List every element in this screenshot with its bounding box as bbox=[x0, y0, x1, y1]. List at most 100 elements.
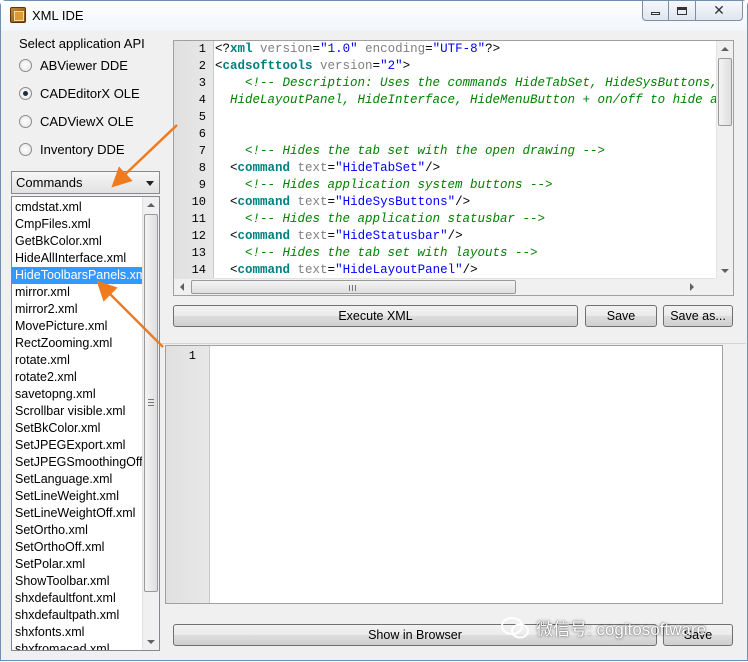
save-button[interactable]: Save bbox=[585, 305, 657, 327]
list-item[interactable]: HideAllInterface.xml bbox=[12, 250, 143, 267]
radio-button[interactable] bbox=[19, 115, 32, 128]
code-line: <!-- Hides application system buttons --… bbox=[215, 177, 717, 194]
list-item[interactable]: SetJPEGSmoothingOff.xml bbox=[12, 454, 143, 471]
radio-button[interactable] bbox=[19, 143, 32, 156]
code-token: text bbox=[290, 263, 328, 277]
code-token: cadsofttools bbox=[222, 59, 313, 73]
code-token: <!-- Description: Uses the commands Hide… bbox=[245, 76, 717, 90]
app-icon bbox=[10, 7, 26, 23]
line-number: 12 bbox=[191, 229, 206, 243]
list-item[interactable]: mirror2.xml bbox=[12, 301, 143, 318]
code-token: = bbox=[327, 263, 336, 277]
output-editor[interactable]: 1 bbox=[165, 345, 723, 604]
radio-inventory-dde[interactable]: Inventory DDE bbox=[19, 142, 125, 157]
code-token: encoding bbox=[357, 42, 426, 56]
line-number: 2 bbox=[198, 59, 206, 73]
minimize-button[interactable] bbox=[642, 1, 669, 21]
list-item-selected[interactable]: HideToolbarsPanels.xml bbox=[12, 267, 143, 284]
pane-splitter[interactable] bbox=[162, 343, 746, 344]
scrollbar-thumb[interactable] bbox=[144, 214, 158, 592]
list-item[interactable]: CmpFiles.xml bbox=[12, 216, 143, 233]
list-item[interactable]: MovePicture.xml bbox=[12, 318, 143, 335]
list-item[interactable]: SetLanguage.xml bbox=[12, 471, 143, 488]
radio-button[interactable] bbox=[19, 59, 32, 72]
code-line: <cadsofttools version="2"> bbox=[215, 58, 717, 75]
list-item[interactable]: SetBkColor.xml bbox=[12, 420, 143, 437]
chevron-down-icon[interactable] bbox=[146, 181, 154, 186]
list-item[interactable]: shxfromacad.xml bbox=[12, 641, 143, 650]
list-item[interactable]: cmdstat.xml bbox=[12, 199, 143, 216]
list-item[interactable]: SetLineWeight.xml bbox=[12, 488, 143, 505]
list-item[interactable]: shxdefaultfont.xml bbox=[12, 590, 143, 607]
list-item[interactable]: SetOrtho.xml bbox=[12, 522, 143, 539]
code-token: < bbox=[215, 59, 223, 73]
list-item[interactable]: savetopng.xml bbox=[12, 386, 143, 403]
radio-cadeditorx-ole[interactable]: CADEditorX OLE bbox=[19, 86, 140, 101]
xml-file-list[interactable]: cmdstat.xml CmpFiles.xml GetBkColor.xml Hid… bbox=[11, 196, 160, 651]
close-icon: ✕ bbox=[713, 2, 725, 18]
execute-xml-button[interactable]: Execute XML bbox=[173, 305, 578, 327]
code-line: <!-- Hides the tab set with layouts --> bbox=[215, 245, 717, 262]
list-item[interactable]: SetPolar.xml bbox=[12, 556, 143, 573]
list-item[interactable]: shxfonts.xml bbox=[12, 624, 143, 641]
code-token: command bbox=[237, 161, 291, 175]
code-token: "HideTabSet" bbox=[335, 161, 426, 175]
code-token: "HideStatusbar" bbox=[335, 229, 448, 243]
scroll-down-icon[interactable] bbox=[147, 640, 155, 644]
window-controls: ✕ bbox=[642, 1, 743, 21]
scrollbar-corner bbox=[716, 278, 733, 295]
commands-dropdown[interactable]: Commands bbox=[11, 171, 160, 194]
code-line: <command text="HideTabSet"/> bbox=[215, 160, 717, 177]
radio-cadviewx-ole[interactable]: CADViewX OLE bbox=[19, 114, 134, 129]
list-item[interactable]: rotate.xml bbox=[12, 352, 143, 369]
scroll-up-icon[interactable] bbox=[721, 47, 729, 51]
save-as-button[interactable]: Save as... bbox=[663, 305, 733, 327]
scroll-up-icon[interactable] bbox=[147, 203, 155, 207]
radio-label: CADViewX OLE bbox=[40, 114, 134, 129]
close-button[interactable]: ✕ bbox=[696, 1, 743, 21]
list-item[interactable]: mirror.xml bbox=[12, 284, 143, 301]
code-token: < bbox=[215, 195, 238, 209]
list-item[interactable]: SetLineWeightOff.xml bbox=[12, 505, 143, 522]
radio-abviewer-dde[interactable]: ABViewer DDE bbox=[19, 58, 128, 73]
code-token: text bbox=[290, 195, 328, 209]
editor-horizontal-scrollbar[interactable] bbox=[174, 278, 717, 295]
scrollbar-thumb[interactable] bbox=[191, 280, 516, 294]
editor-vertical-scrollbar[interactable] bbox=[716, 41, 733, 279]
scrollbar-thumb[interactable] bbox=[718, 58, 732, 126]
scroll-left-icon[interactable] bbox=[180, 283, 184, 291]
line-number: 14 bbox=[191, 263, 206, 277]
list-item[interactable]: ShowToolbar.xml bbox=[12, 573, 143, 590]
list-item[interactable]: Scrollbar visible.xml bbox=[12, 403, 143, 420]
scroll-right-icon[interactable] bbox=[690, 283, 694, 291]
list-item[interactable]: rotate2.xml bbox=[12, 369, 143, 386]
code-token: version bbox=[252, 42, 313, 56]
list-item[interactable]: SetOrthoOff.xml bbox=[12, 539, 143, 556]
code-token: = bbox=[327, 229, 336, 243]
list-item[interactable]: SetJPEGExport.xml bbox=[12, 437, 143, 454]
wechat-icon bbox=[501, 616, 529, 638]
code-token: text bbox=[290, 161, 328, 175]
radio-label: ABViewer DDE bbox=[40, 58, 128, 73]
code-line: <!-- Description: Uses the commands Hide… bbox=[215, 75, 717, 92]
line-number: 5 bbox=[198, 110, 206, 124]
code-area[interactable]: <?xml version="1.0" encoding="UTF-8"?> <c… bbox=[215, 41, 717, 279]
code-line: <command text="HideLayoutPanel"/> bbox=[215, 262, 717, 279]
line-number: 10 bbox=[191, 195, 206, 209]
radio-label: CADEditorX OLE bbox=[40, 86, 140, 101]
api-selector-group: Select application API ABViewer DDE CADE… bbox=[11, 32, 161, 166]
scroll-down-icon[interactable] bbox=[721, 269, 729, 273]
maximize-button[interactable] bbox=[669, 1, 696, 21]
line-number: 3 bbox=[198, 76, 206, 90]
code-token: = bbox=[327, 195, 336, 209]
list-item[interactable]: RectZooming.xml bbox=[12, 335, 143, 352]
code-line: <!-- Hides the application statusbar --> bbox=[215, 211, 717, 228]
radio-button-checked[interactable] bbox=[19, 87, 32, 100]
code-token: < bbox=[215, 263, 238, 277]
file-list-scrollbar[interactable] bbox=[142, 197, 159, 650]
list-item[interactable]: shxdefaultpath.xml bbox=[12, 607, 143, 624]
line-number: 9 bbox=[198, 178, 206, 192]
xml-editor[interactable]: 1 2 3 4 5 6 7 8 9 10 11 12 13 14 <?xml version="1.0" … bbox=[173, 40, 734, 296]
list-item[interactable]: GetBkColor.xml bbox=[12, 233, 143, 250]
